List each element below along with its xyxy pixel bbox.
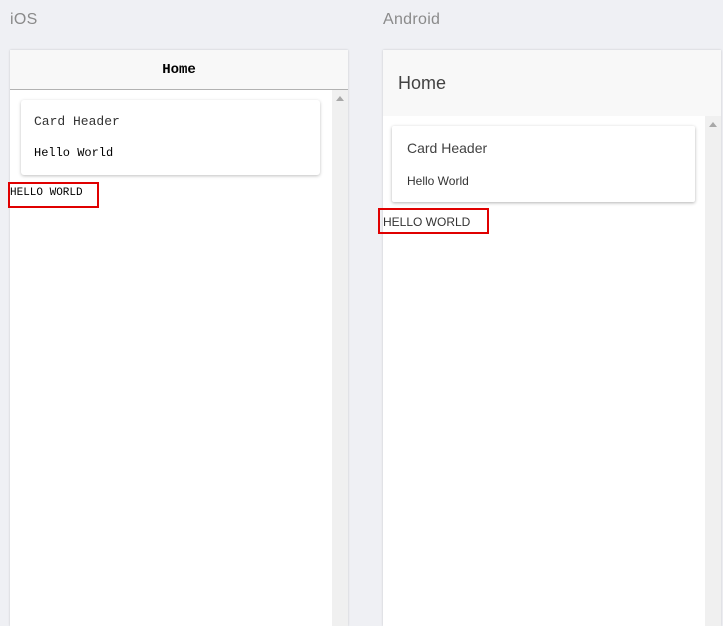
ios-card: Card Header Hello World xyxy=(21,100,320,175)
android-content-area[interactable]: Card Header Hello World HELLO WORLD xyxy=(383,116,705,626)
android-platform-label: Android xyxy=(383,11,441,28)
ios-highlight-box xyxy=(8,182,99,208)
ios-card-header: Card Header xyxy=(34,114,120,129)
ios-nav-bar: Home xyxy=(10,50,348,90)
android-page-title: Home xyxy=(398,72,447,93)
scroll-up-arrow-icon[interactable] xyxy=(336,96,344,101)
android-card-body: Hello World xyxy=(407,174,469,188)
ios-card-body: Hello World xyxy=(34,146,114,160)
ios-platform-label: iOS xyxy=(10,11,38,28)
scroll-up-arrow-icon[interactable] xyxy=(709,122,717,127)
android-card-header: Card Header xyxy=(407,140,488,156)
ios-scrollbar[interactable] xyxy=(332,90,348,626)
android-toolbar: Home xyxy=(383,50,721,116)
ios-phone-frame: Home Card Header Hello World HELLO WORLD xyxy=(10,50,348,626)
android-scrollbar[interactable] xyxy=(705,116,721,626)
ios-content-area[interactable]: Card Header Hello World HELLO WORLD xyxy=(10,90,332,626)
android-highlight-box xyxy=(378,208,489,234)
android-phone-frame: Home Card Header Hello World HELLO WORLD xyxy=(383,50,721,626)
android-card: Card Header Hello World xyxy=(392,126,695,202)
ios-page-title: Home xyxy=(162,61,196,78)
